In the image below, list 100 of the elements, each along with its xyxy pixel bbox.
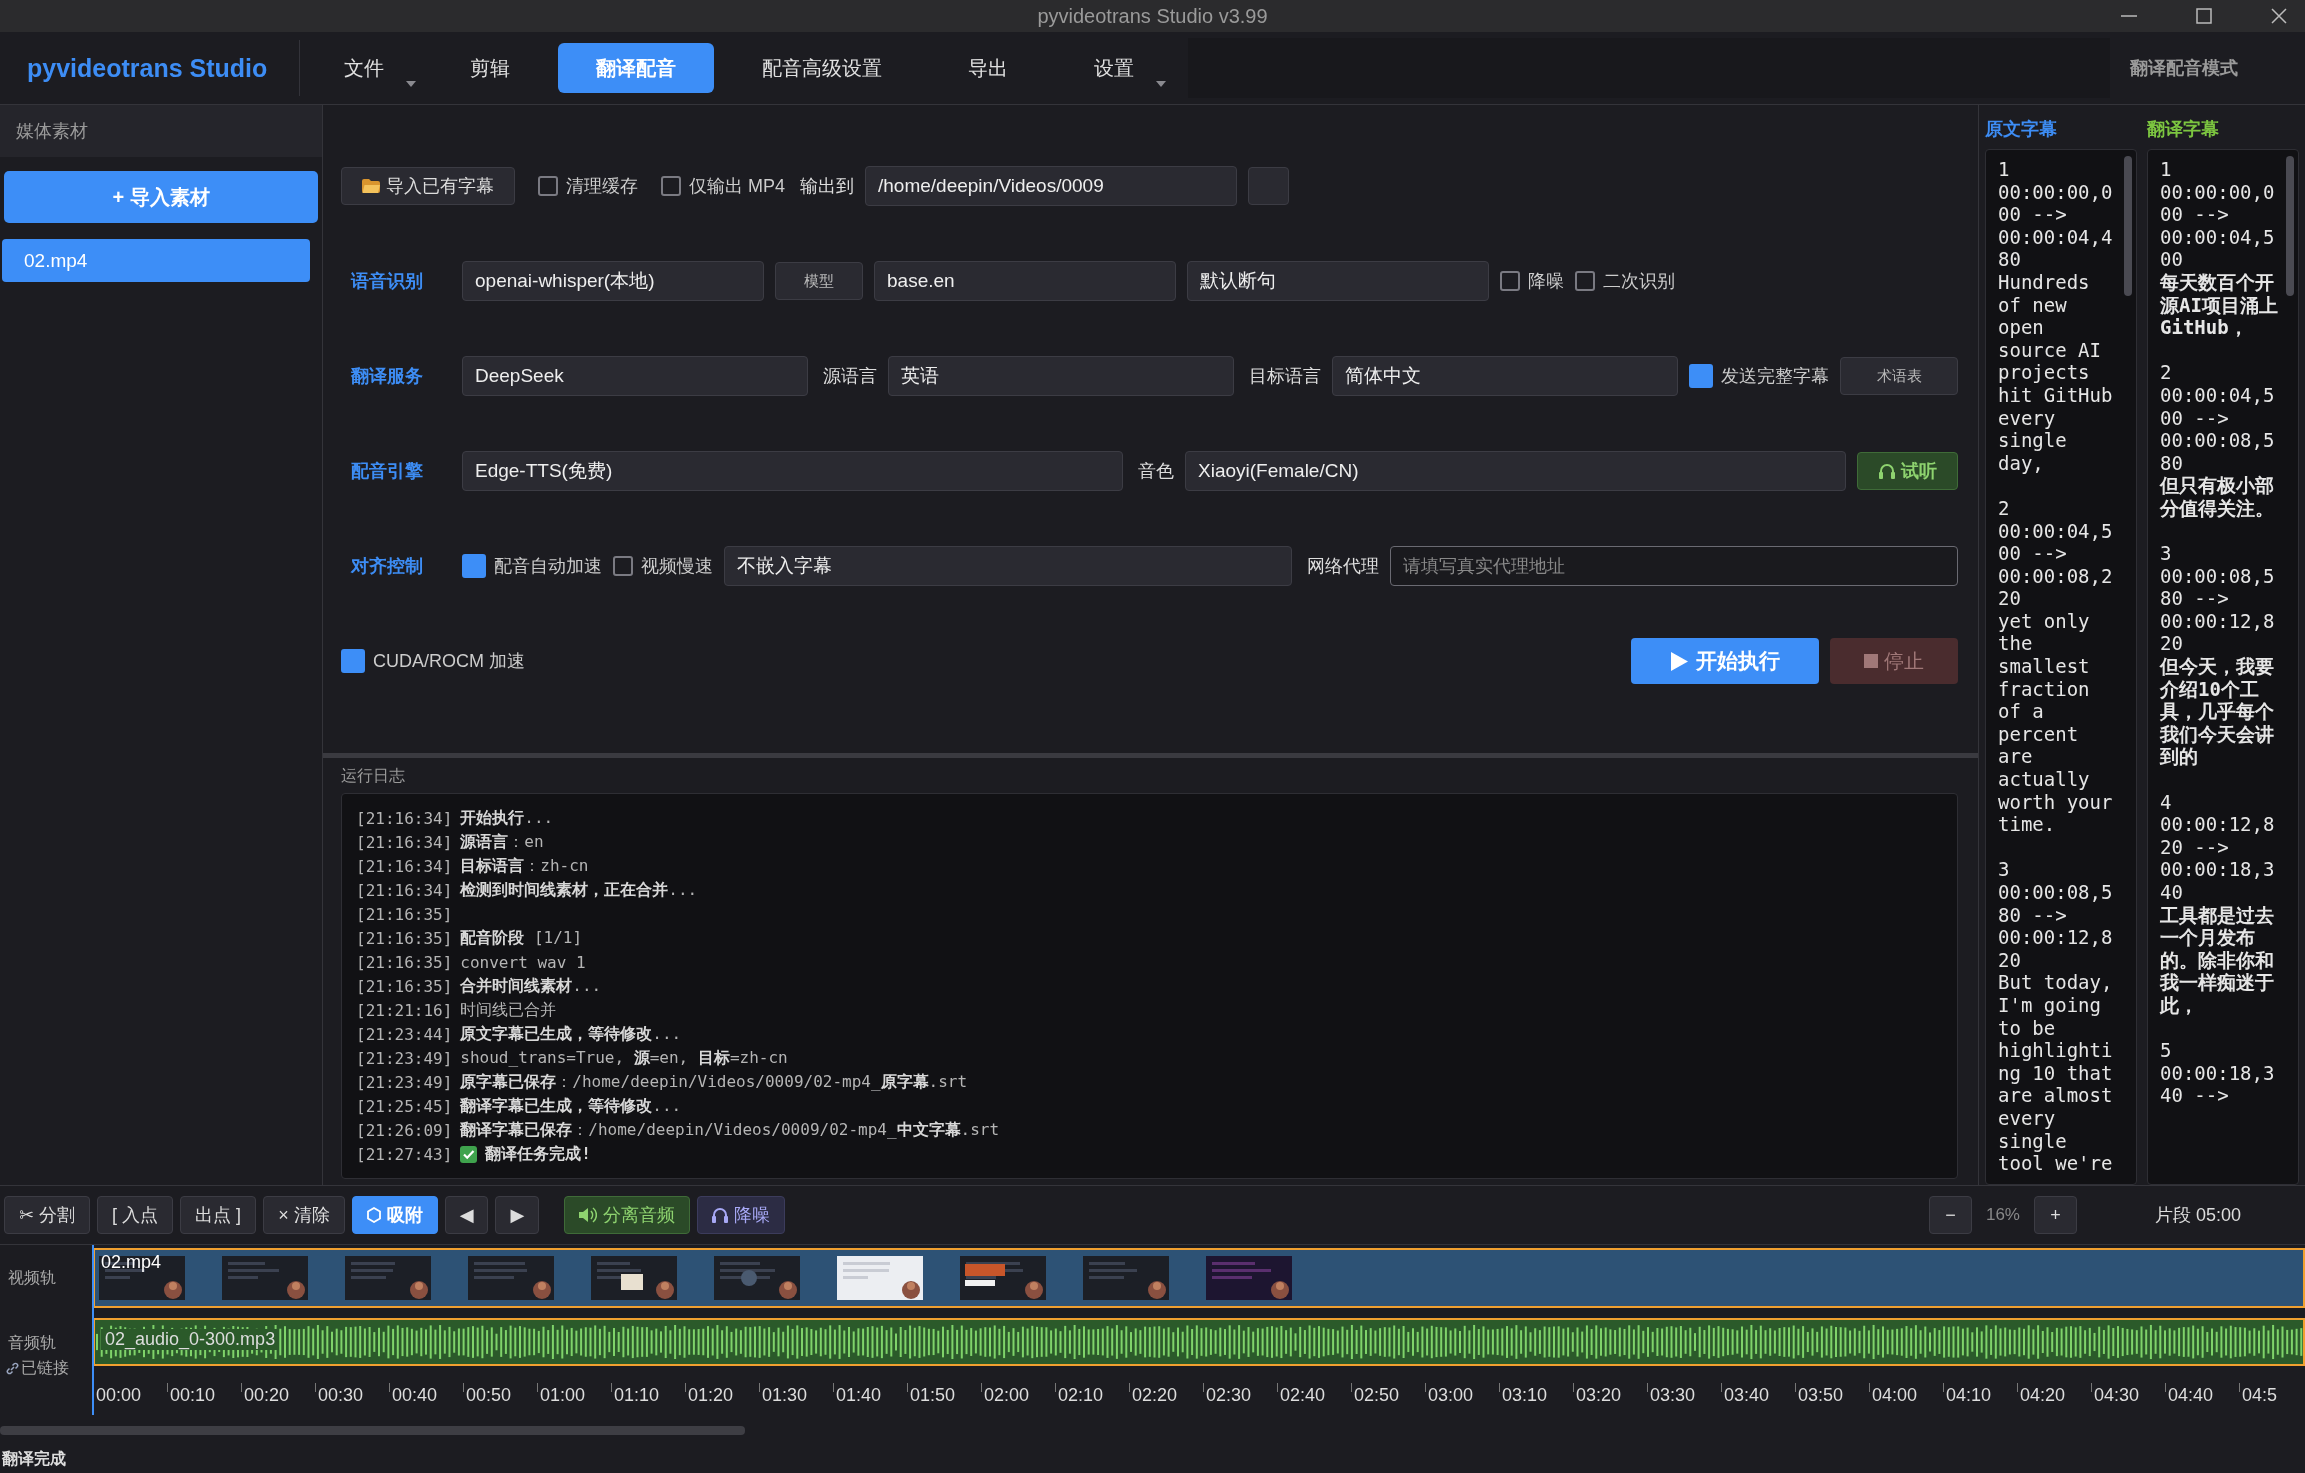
headphones-icon [712, 1207, 729, 1223]
input-field[interactable]: 简体中文 [1332, 356, 1678, 396]
field-label: 音色 [1138, 460, 1174, 483]
subtitle-editor[interactable] [1985, 149, 2137, 1185]
input-field[interactable]: /home/deepin/Videos/0009 [865, 166, 1237, 206]
input-field[interactable]: 默认断句 [1187, 261, 1489, 301]
checkbox-label: 二次识别 [1603, 270, 1675, 293]
time-label: 00:50 [466, 1384, 512, 1406]
time-label: 01:20 [688, 1384, 734, 1406]
checkbox[interactable] [1689, 364, 1713, 388]
tool-button[interactable]: 分离音频 [564, 1196, 691, 1234]
subtitle-text: yet only the smallest fraction of a percent are actually worth your time. [1998, 609, 2114, 836]
window-title: pyvideotrans Studio v3.99 [1037, 4, 1268, 28]
time-label: 02:30 [1206, 1384, 1252, 1406]
tool-button[interactable]: × 清除 [263, 1196, 345, 1234]
menu-tab[interactable]: 配音高级设置 [724, 43, 920, 93]
checkbox[interactable] [661, 176, 681, 196]
menu-tab[interactable]: 导出 [930, 43, 1046, 93]
input-field[interactable]: base.en [874, 261, 1176, 301]
hexagon-icon [366, 1207, 381, 1223]
log-message: 合并时间线素材... [460, 975, 602, 997]
checkbox[interactable] [613, 556, 633, 576]
input-field[interactable]: 请填写真实代理地址 [1390, 546, 1958, 586]
video-clip[interactable]: 02.mp4 [93, 1248, 2305, 1308]
import-subtitles-button[interactable]: 导入已有字幕 [341, 167, 515, 205]
section-label: 语音识别 [349, 270, 424, 293]
menu-tab[interactable]: 剪辑 [432, 43, 548, 93]
log-message: 时间线已合并 [460, 999, 557, 1021]
log-message: 翻译字幕已生成，等待修改... [460, 1095, 682, 1117]
subtitle-timing: 00:00:08,580 --> 00:00:12,820 [1998, 881, 2114, 972]
checkbox[interactable] [1500, 271, 1520, 291]
time-label: 01:50 [910, 1384, 956, 1406]
audio-clip[interactable]: 02_audio_0-300.mp3 [93, 1318, 2305, 1366]
headphones-icon [1878, 463, 1895, 479]
option-button[interactable]: 模型 [775, 262, 863, 300]
maximize-button[interactable] [2194, 6, 2214, 26]
log-time: [21:23:49] [356, 1072, 453, 1092]
input-field[interactable]: DeepSeek [462, 356, 808, 396]
zoom-out-button[interactable]: − [1928, 1196, 1972, 1234]
checkbox[interactable] [1575, 271, 1595, 291]
tool-button[interactable]: ◀ [444, 1196, 489, 1234]
input-field[interactable]: openai-whisper(本地) [462, 261, 764, 301]
tool-button[interactable]: 降噪 [697, 1196, 786, 1234]
input-field[interactable]: 英语 [888, 356, 1234, 396]
checkbox[interactable] [538, 176, 558, 196]
zoom-level: 16% [1985, 1205, 2020, 1225]
option-button[interactable]: 术语表 [1840, 357, 1958, 395]
panel-title: 翻译字幕 [2147, 118, 2220, 141]
log-time: [21:16:34] [356, 832, 453, 852]
input-field[interactable]: Xiaoyi(Female/CN) [1185, 451, 1846, 491]
subtitle-index: 1 [2160, 158, 2173, 181]
time-label: 02:50 [1354, 1384, 1400, 1406]
log-message: 配音阶段 [1/1] [460, 927, 583, 949]
clip-name: 02.mp4 [101, 1252, 162, 1273]
log-message: 目标语言：zh-cn [460, 855, 589, 877]
status-text: 翻译完成 [2, 1448, 66, 1469]
subtitle-index: 1 [1998, 158, 2011, 181]
time-label: 02:40 [1280, 1384, 1326, 1406]
log-message: 开始执行... [460, 807, 554, 829]
input-field[interactable]: 不嵌入字幕 [724, 546, 1292, 586]
time-label: 04:00 [1872, 1384, 1918, 1406]
checkbox[interactable] [341, 649, 365, 673]
checkbox-label: 视频慢速 [641, 555, 713, 578]
time-label: 00:20 [244, 1384, 290, 1406]
tool-button[interactable]: [ 入点 [97, 1196, 174, 1234]
subtitle-timing: 00:00:12,820 --> 00:00:18,340 [2160, 813, 2276, 904]
checkbox-label: CUDA/ROCM 加速 [373, 650, 525, 673]
scrollbar[interactable] [0, 1425, 745, 1435]
log-time: [21:16:35] [356, 904, 453, 924]
log-message: 翻译任务完成! [485, 1143, 591, 1165]
subtitle-editor[interactable] [2147, 149, 2299, 1185]
menu-tab[interactable]: 设置 [1056, 43, 1172, 93]
scrollbar[interactable] [2124, 156, 2132, 296]
checkbox-label: 清理缓存 [566, 175, 638, 198]
scrollbar[interactable] [2286, 156, 2294, 296]
time-label: 02:20 [1132, 1384, 1178, 1406]
tool-button[interactable]: ▶ [495, 1196, 540, 1234]
subtitle-text: 但只有极小部分值得关注。 [2160, 474, 2275, 520]
time-label: 04:10 [1946, 1384, 1992, 1406]
menu-tab[interactable]: 文件 [306, 43, 422, 93]
log-time: [21:23:44] [356, 1024, 453, 1044]
zoom-in-button[interactable]: + [2033, 1196, 2077, 1234]
subtitle-text: 工具都是过去一个月发布的。除非你和我一样痴迷于此， [2160, 903, 2275, 1017]
checkbox[interactable] [462, 554, 486, 578]
time-label: 03:50 [1798, 1384, 1844, 1406]
log-time: [21:16:35] [356, 928, 453, 948]
tool-button[interactable]: ✂ 分割 [4, 1196, 91, 1234]
close-button[interactable] [2269, 6, 2289, 26]
subtitle-index: 3 [2160, 542, 2173, 565]
time-label: 01:00 [540, 1384, 586, 1406]
log-time: [21:26:09] [356, 1120, 453, 1140]
subtitle-text: Hundreds of new open source AI projects hit GitHub every single day, [1998, 270, 2114, 475]
log-time: [21:21:16] [356, 1000, 453, 1020]
checkbox-label: 配音自动加速 [494, 555, 602, 578]
input-field[interactable]: Edge-TTS(免费) [462, 451, 1123, 491]
time-label: 01:30 [762, 1384, 808, 1406]
folder-icon [362, 179, 380, 193]
tool-button[interactable]: 出点 ] [180, 1196, 257, 1234]
preview-button[interactable]: 试听 [1857, 452, 1958, 490]
log-time: [21:16:35] [356, 952, 453, 972]
